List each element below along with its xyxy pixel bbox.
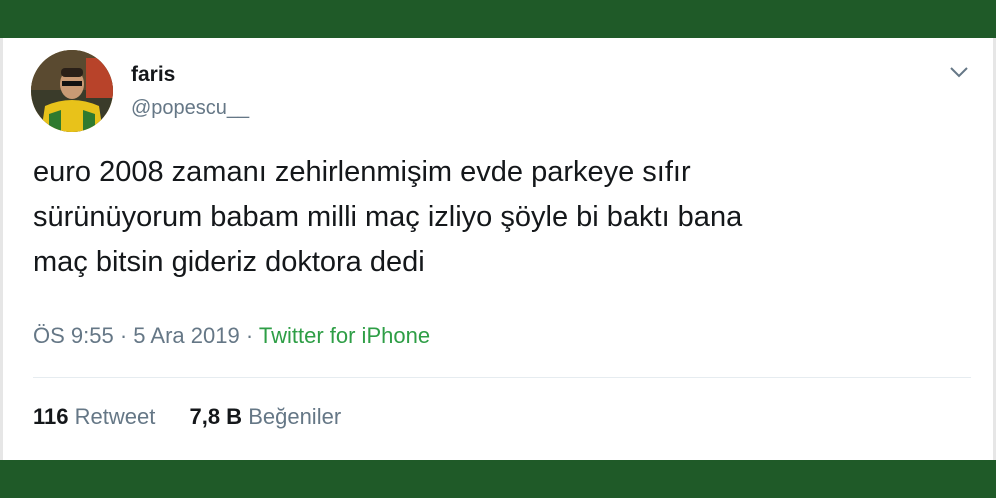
- avatar-image: [31, 50, 113, 132]
- likes-label: Beğeniler: [248, 404, 342, 429]
- retweet-stat[interactable]: 116 Retweet: [33, 404, 155, 430]
- separator: ·: [239, 323, 259, 348]
- tweet-text: euro 2008 zamanı zehirlenmişim evde park…: [33, 150, 953, 285]
- user-handle[interactable]: @popescu__: [131, 97, 249, 120]
- user-avatar[interactable]: [31, 50, 113, 132]
- separator: ·: [113, 323, 134, 348]
- retweet-count: 116: [33, 404, 69, 429]
- divider: [33, 377, 971, 378]
- retweet-label: Retweet: [74, 404, 156, 429]
- chevron-down-icon[interactable]: [947, 60, 971, 84]
- likes-count: 7,8 B: [189, 404, 243, 429]
- tweet-meta: ÖS 9:55 · 5 Ara 2019 · Twitter for iPhon…: [33, 323, 430, 349]
- tweet-stats: 116 Retweet 7,8 B Beğeniler: [33, 404, 369, 430]
- tweet-date[interactable]: 5 Ara 2019: [133, 323, 239, 348]
- user-name[interactable]: faris: [131, 63, 175, 87]
- tweet-line: maç bitsin gideriz doktora dedi: [33, 246, 425, 278]
- likes-stat[interactable]: 7,8 B Beğeniler: [189, 404, 341, 430]
- tweet-line: euro 2008 zamanı zehirlenmişim evde park…: [33, 156, 691, 188]
- tweet-card: faris @popescu__ euro 2008 zamanı zehirl…: [0, 38, 996, 460]
- green-frame: faris @popescu__ euro 2008 zamanı zehirl…: [0, 0, 996, 498]
- tweet-time[interactable]: ÖS 9:55: [33, 323, 114, 348]
- tweet-source-link[interactable]: Twitter for iPhone: [259, 323, 430, 348]
- tweet-line: sürünüyorum babam milli maç izliyo şöyle…: [33, 201, 743, 233]
